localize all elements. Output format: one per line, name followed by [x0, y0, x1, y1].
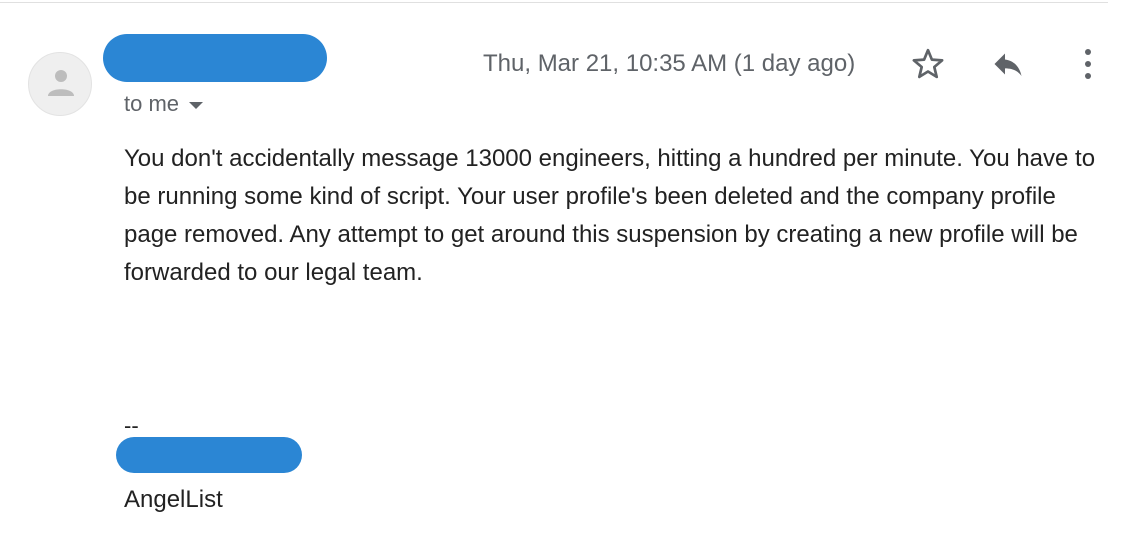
- message-body: You don't accidentally message 13000 eng…: [124, 145, 1096, 286]
- recipient-label: to me: [124, 91, 180, 116]
- message-timestamp: Thu, Mar 21, 10:35 AM (1 day ago): [483, 50, 856, 77]
- top-divider: [0, 2, 1108, 3]
- person-icon: [48, 70, 74, 96]
- star-button[interactable]: [904, 42, 952, 86]
- reply-icon: [994, 53, 1022, 76]
- sender-avatar[interactable]: [28, 52, 92, 116]
- recipient-dropdown[interactable]: to me: [124, 90, 204, 118]
- chevron-down-icon: [189, 101, 204, 109]
- sender-name-redaction: [103, 34, 327, 82]
- signature-separator: --: [124, 413, 139, 438]
- more-options-button[interactable]: [1068, 42, 1108, 86]
- more-vert-icon: [1085, 49, 1091, 79]
- signature-name-redaction: [116, 437, 302, 473]
- signature-company: AngelList: [124, 486, 223, 513]
- reply-button[interactable]: [984, 42, 1032, 86]
- star-icon: [912, 48, 944, 79]
